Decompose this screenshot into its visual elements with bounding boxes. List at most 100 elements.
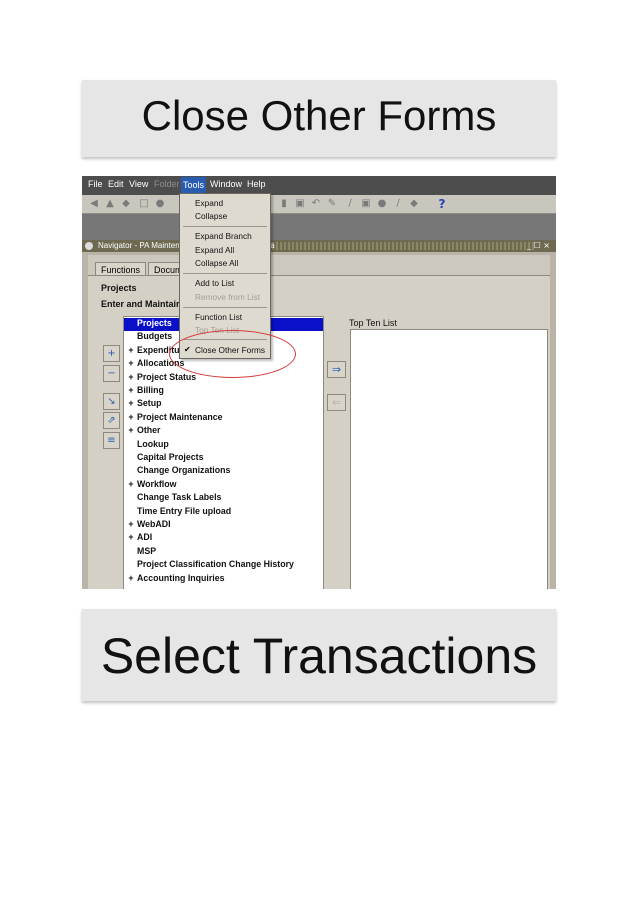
tree-item[interactable]: + ADI bbox=[124, 532, 323, 545]
tree-item[interactable]: Capital Projects bbox=[124, 452, 323, 465]
tree-item-label: Change Organizations bbox=[137, 465, 231, 476]
tree-item-label: Project Status bbox=[137, 371, 197, 382]
menu-item-expand[interactable]: Expand bbox=[195, 198, 223, 208]
tree-item-label: Other bbox=[137, 425, 161, 436]
expand-plus-icon[interactable]: + bbox=[127, 398, 135, 408]
workspace-background bbox=[82, 214, 556, 240]
navigate-icon[interactable]: ▲ bbox=[104, 198, 116, 210]
tree-item[interactable]: + Other bbox=[124, 425, 323, 438]
tree-item[interactable]: + WebADI bbox=[124, 519, 323, 532]
menu-bar: File Edit View Folder Tools Window Help bbox=[82, 176, 556, 195]
expand-plus-icon[interactable]: + bbox=[127, 532, 135, 542]
add-to-list-arrow-button[interactable]: ⇒ bbox=[327, 361, 346, 378]
expand-plus-icon[interactable]: + bbox=[127, 425, 135, 435]
tree-item-label: Budgets bbox=[137, 331, 173, 342]
responsibility-label: Projects bbox=[101, 283, 137, 293]
expand-all-button[interactable]: ⇗ bbox=[103, 412, 120, 429]
top-ten-list-label: Top Ten List bbox=[349, 318, 397, 328]
folder-open-icon[interactable]: ▣ bbox=[360, 198, 372, 210]
expand-plus-icon[interactable]: + bbox=[127, 372, 135, 382]
expand-button[interactable]: + bbox=[103, 345, 120, 362]
pencil-icon[interactable]: ∕ bbox=[344, 198, 356, 210]
title-banner-select-transactions: Select Transactions bbox=[82, 609, 556, 701]
tree-item-label: Setup bbox=[137, 398, 162, 409]
menu-folder[interactable]: Folder bbox=[154, 179, 180, 189]
expand-plus-icon[interactable]: + bbox=[127, 358, 135, 368]
tree-item-label: Workflow bbox=[137, 478, 177, 489]
tree-item[interactable]: Lookup bbox=[124, 439, 323, 452]
tree-item-label: Capital Projects bbox=[137, 452, 204, 462]
tree-item[interactable]: + Project Maintenance bbox=[124, 412, 323, 425]
window-icon bbox=[85, 242, 93, 250]
collapse-button[interactable]: − bbox=[103, 365, 120, 382]
enter-maintain-label: Enter and Maintair bbox=[101, 299, 180, 309]
tree-item-label: Time Entry File upload bbox=[137, 505, 232, 516]
tree-item-label: Project Classification Change History bbox=[137, 559, 294, 570]
pin-icon[interactable]: ∕ bbox=[392, 198, 404, 210]
menu-help[interactable]: Help bbox=[247, 179, 266, 189]
close-form-icon[interactable]: ● bbox=[154, 198, 166, 210]
menu-tools[interactable]: Tools bbox=[181, 177, 207, 193]
tree-item[interactable]: + Setup bbox=[124, 398, 323, 411]
expand-plus-icon[interactable]: + bbox=[127, 385, 135, 395]
menu-separator bbox=[183, 273, 267, 274]
tree-item-label: ADI bbox=[137, 532, 153, 543]
menu-item-expand-all[interactable]: Expand All bbox=[195, 245, 234, 255]
tree-item[interactable]: + Accounting Inquiries bbox=[124, 573, 323, 586]
menu-view[interactable]: View bbox=[129, 179, 148, 189]
toolbar: ◀ ▲ ◆ □ ● ▮ ▣ ↶ ✎ ∕ ▣ ● ∕ ◆ ? bbox=[82, 195, 556, 214]
menu-item-add-to-list[interactable]: Add to List bbox=[195, 278, 234, 288]
tree-item-label: WebADI bbox=[137, 519, 171, 529]
brush-icon[interactable]: ◆ bbox=[408, 198, 420, 210]
menu-separator bbox=[183, 226, 267, 227]
menu-item-collapse[interactable]: Collapse bbox=[195, 211, 227, 221]
zoom-icon[interactable]: ◆ bbox=[120, 198, 132, 210]
title-banner-close-other-forms: Close Other Forms bbox=[82, 80, 556, 157]
tree-item-label: Billing bbox=[137, 385, 164, 395]
undo-icon[interactable]: ↶ bbox=[310, 198, 322, 210]
tree-item-label: Accounting Inquiries bbox=[137, 572, 225, 583]
banner-title: Close Other Forms bbox=[141, 92, 497, 139]
window-title: Navigator - PA Mainten bbox=[98, 241, 180, 250]
menu-edit[interactable]: Edit bbox=[108, 179, 124, 189]
highlight-circle bbox=[169, 330, 296, 378]
tree-item[interactable]: Change Organizations bbox=[124, 465, 323, 478]
tree-item-label: Change Task Labels bbox=[137, 492, 222, 503]
record-icon[interactable]: ● bbox=[376, 198, 388, 210]
tree-item[interactable]: Project Classification Change History bbox=[124, 559, 323, 572]
menu-item-remove-from-list[interactable]: Remove from List bbox=[195, 292, 260, 302]
expand-branch-button[interactable]: ↘ bbox=[103, 393, 120, 410]
expand-plus-icon[interactable]: + bbox=[127, 573, 135, 583]
expand-plus-icon[interactable]: + bbox=[127, 412, 135, 422]
navigator-title-bar: Navigator - PA Mainten a _ ☐ × bbox=[82, 240, 556, 252]
tree-item[interactable]: Time Entry File upload bbox=[124, 506, 323, 519]
tree-item-label: MSP bbox=[137, 545, 157, 556]
tree-item[interactable]: + Workflow bbox=[124, 479, 323, 492]
expand-plus-icon[interactable]: + bbox=[127, 519, 135, 529]
tree-item[interactable]: Change Task Labels bbox=[124, 492, 323, 505]
expand-plus-icon[interactable]: + bbox=[127, 345, 135, 355]
print-icon[interactable]: □ bbox=[138, 198, 150, 210]
window-controls[interactable]: _ ☐ × bbox=[527, 240, 550, 252]
remove-from-list-arrow-button[interactable]: ⇐ bbox=[327, 394, 346, 411]
menu-separator bbox=[183, 307, 267, 308]
menu-item-collapse-all[interactable]: Collapse All bbox=[195, 258, 238, 268]
save-icon[interactable]: ◀ bbox=[88, 198, 100, 210]
tree-item[interactable]: + Billing bbox=[124, 385, 323, 398]
help-icon[interactable]: ? bbox=[436, 198, 448, 210]
tree-item[interactable]: MSP bbox=[124, 546, 323, 559]
attachment-icon[interactable]: ▮ bbox=[278, 198, 290, 210]
oracle-navigator-screenshot: File Edit View Folder Tools Window Help … bbox=[82, 176, 556, 589]
folder-icon[interactable]: ▣ bbox=[294, 198, 306, 210]
menu-file[interactable]: File bbox=[88, 179, 103, 189]
banner-title: Select Transactions bbox=[100, 628, 538, 684]
collapse-all-button[interactable]: ≡ bbox=[103, 432, 120, 449]
edit-icon[interactable]: ✎ bbox=[326, 198, 338, 210]
menu-window[interactable]: Window bbox=[210, 179, 242, 189]
menu-item-expand-branch[interactable]: Expand Branch bbox=[195, 231, 252, 241]
tree-item-label: Project Maintenance bbox=[137, 411, 223, 422]
top-ten-list-box[interactable] bbox=[350, 329, 548, 589]
expand-plus-icon[interactable]: + bbox=[127, 479, 135, 489]
menu-item-function-list[interactable]: Function List bbox=[195, 312, 242, 322]
tree-item-label: Projects bbox=[137, 318, 172, 328]
